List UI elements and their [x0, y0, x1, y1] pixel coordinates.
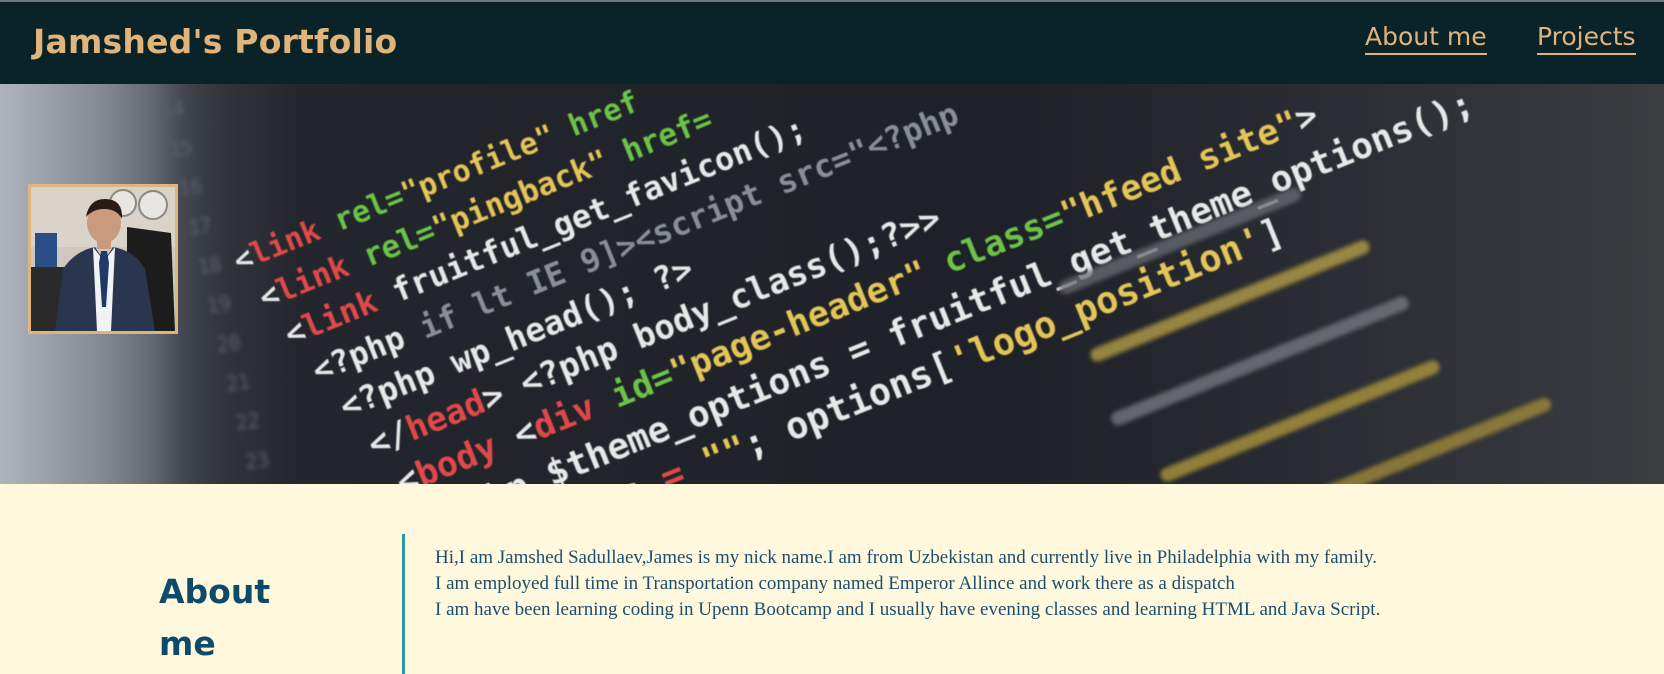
svg-text:14: 14 — [159, 96, 186, 123]
svg-text:16: 16 — [177, 174, 204, 201]
site-brand: Jamshed's Portfolio — [33, 22, 398, 61]
nav-link-about-me[interactable]: About me — [1365, 22, 1487, 55]
about-text: Hi,I am Jamshed Sadullaev,James is my ni… — [435, 545, 1395, 623]
code-editor-background: 141516 171819 202122 23 <link rel="profi… — [0, 84, 1664, 484]
hero-banner: 14 15 16 17 18 19 20 21 22 23 <link rel="profi… — [0, 84, 1664, 484]
profile-photo — [28, 184, 178, 334]
svg-text:18: 18 — [196, 252, 223, 279]
svg-text:21: 21 — [225, 369, 252, 396]
svg-text:22: 22 — [234, 408, 261, 435]
about-paragraph-job: I am employed full time in Transportatio… — [435, 573, 1235, 594]
about-section: About me Hi,I am Jamshed Sadullaev,James… — [0, 484, 1664, 674]
svg-text:23: 23 — [244, 447, 271, 474]
svg-text:20: 20 — [215, 330, 242, 357]
svg-text:17: 17 — [186, 213, 213, 240]
svg-text:15: 15 — [167, 135, 194, 162]
site-header: Jamshed's Portfolio About me Projects — [0, 2, 1664, 84]
nav-link-projects[interactable]: Projects — [1537, 22, 1636, 55]
about-paragraph-learning: I am have been learning coding in Upenn … — [435, 599, 1381, 620]
svg-text:19: 19 — [205, 291, 232, 318]
section-divider — [402, 534, 405, 674]
profile-photo-image — [31, 187, 175, 331]
about-heading: About me — [159, 572, 271, 663]
about-paragraph-intro: Hi,I am Jamshed Sadullaev,James is my ni… — [435, 547, 1378, 568]
